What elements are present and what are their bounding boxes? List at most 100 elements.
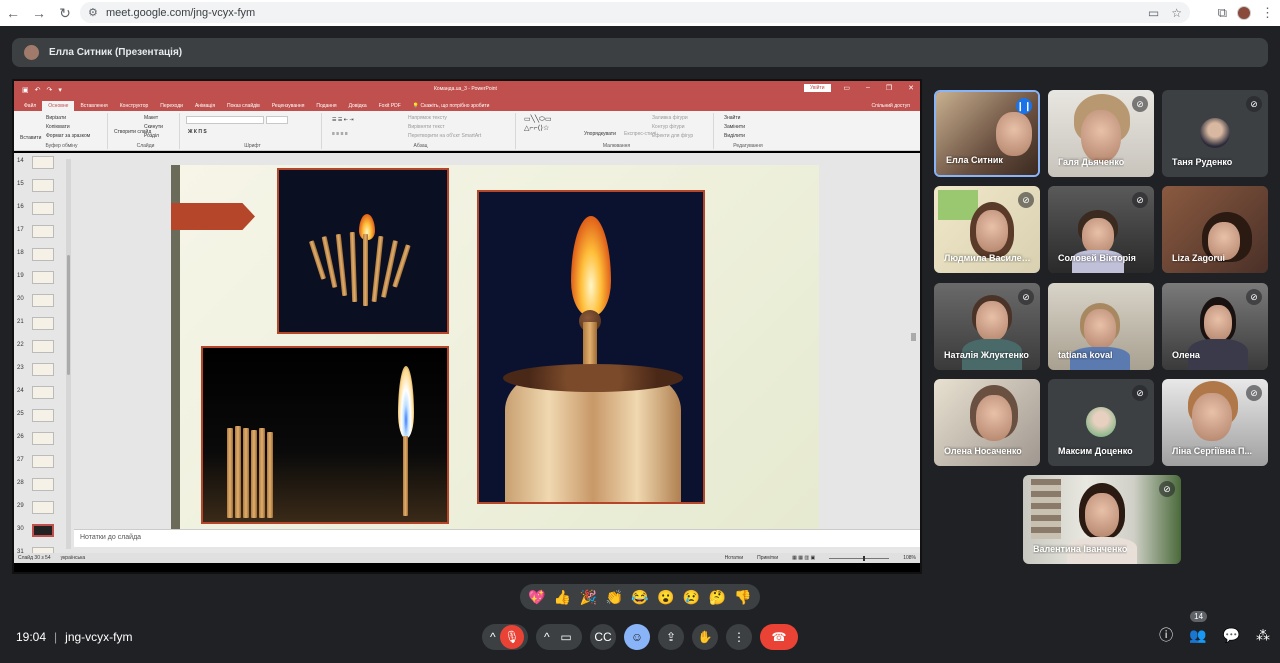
emoji-reactions-icon[interactable]: ☺ [624, 624, 650, 650]
tab-help[interactable]: Довідка [343, 101, 373, 111]
comments-toggle[interactable]: Примітки [757, 555, 778, 561]
slide-thumbnail-image[interactable] [32, 271, 54, 284]
mic-off-icon[interactable]: 🎙 [500, 625, 524, 649]
slide-thumbnail[interactable]: 19 [14, 270, 71, 290]
participant-tile[interactable]: ⊘ Ліна Сергіївна П... [1162, 379, 1268, 466]
slide-thumbnail[interactable]: 23 [14, 362, 71, 382]
shape-outline-button[interactable]: Контур фігури [652, 124, 684, 130]
paste-button[interactable]: Вставити [20, 135, 41, 141]
language-indicator[interactable]: українська [61, 555, 86, 561]
leave-call-icon[interactable]: ☎ [760, 624, 798, 650]
present-screen-icon[interactable]: ⇪ [658, 624, 684, 650]
slide-thumbnail-image[interactable] [32, 409, 54, 422]
replace-button[interactable]: Замінити [724, 124, 745, 130]
tab-animations[interactable]: Анімація [189, 101, 221, 111]
save-icon[interactable]: ▣ [22, 86, 29, 94]
tell-me-search[interactable]: 💡 Скажіть, що потрібно зробити [407, 101, 496, 111]
address-bar[interactable]: ⚙ meet.google.com/jng-vcyx-fym ▭ ☆ [80, 2, 1190, 23]
reaction-party[interactable]: 🎉 [580, 589, 597, 606]
close-icon[interactable]: ✕ [908, 84, 914, 92]
reaction-thumbs-down[interactable]: 👎 [734, 589, 751, 606]
font-name-input[interactable] [186, 116, 264, 124]
participant-tile[interactable]: ⊘ Людмила Василенко [934, 186, 1040, 273]
slide-thumbnail[interactable]: 16 [14, 201, 71, 221]
tab-design[interactable]: Конструктор [114, 101, 155, 111]
slide-thumbnail[interactable]: 27 [14, 454, 71, 474]
find-button[interactable]: Знайти [724, 115, 740, 121]
slide-scrollbar[interactable] [909, 153, 918, 529]
activities-icon[interactable]: ⁂ [1256, 627, 1270, 644]
slide-thumbnail-image[interactable] [32, 478, 54, 491]
slide-photo-single-burning-match[interactable] [201, 346, 449, 524]
reload-icon[interactable]: ↻ [52, 0, 78, 26]
align-text-button[interactable]: Вирівняти текст [408, 124, 445, 130]
participant-tile[interactable]: ❙❙ Елла Ситник [934, 90, 1040, 177]
extensions-icon[interactable]: ⧉ [1218, 5, 1227, 21]
restore-icon[interactable]: ❐ [886, 84, 892, 92]
sign-in-button[interactable]: Увійти [804, 84, 831, 92]
slide-thumbnail[interactable]: 28 [14, 477, 71, 497]
slide-thumbnail-image[interactable] [32, 340, 54, 353]
tab-insert[interactable]: Вставлення [74, 101, 113, 111]
shapes-gallery-icon[interactable]: ▭╲╲⬭▭ △⌐⌐⟨⟩☆ [524, 115, 552, 132]
reaction-surprised[interactable]: 😮 [657, 589, 674, 606]
share-button[interactable]: Спільний доступ [866, 101, 920, 111]
shape-effects-button[interactable]: Ефекти для фігур [652, 133, 693, 139]
url-text[interactable]: meet.google.com/jng-vcyx-fym [106, 7, 255, 19]
participant-tile[interactable]: Олена Носаченко [934, 379, 1040, 466]
slide-thumbnail-image[interactable] [32, 202, 54, 215]
slide-thumbnail[interactable]: 20 [14, 293, 71, 313]
zoom-level[interactable]: 108% [903, 555, 916, 561]
align-icon[interactable]: ≡ ≡ ≡ ≡ [332, 131, 348, 137]
notes-toggle[interactable]: Нотатки [725, 555, 743, 561]
reaction-clap[interactable]: 👏 [605, 589, 622, 606]
thumbnail-scrollbar[interactable] [66, 159, 71, 549]
copy-button[interactable]: Копіювати [46, 124, 70, 130]
captions-icon[interactable]: CC [590, 624, 616, 650]
normal-view-icon[interactable]: ▦ ▦ ▥ ▣ [792, 555, 815, 561]
participant-tile[interactable]: ⊘ Галя Дьяченко [1048, 90, 1154, 177]
undo-icon[interactable]: ↶ [35, 86, 41, 94]
tab-view[interactable]: Подання [310, 101, 342, 111]
slide-thumbnail-image[interactable] [32, 248, 54, 261]
participant-tile[interactable]: ⊘ Валентина Іванченко [1023, 475, 1181, 564]
bookmark-star-icon[interactable]: ☆ [1171, 6, 1182, 20]
arrange-button[interactable]: Упорядкувати [584, 131, 616, 137]
slide-thumbnail[interactable]: 18 [14, 247, 71, 267]
participant-tile[interactable]: ⊘ Наталія Жлуктенко [934, 283, 1040, 370]
profile-avatar[interactable] [1237, 6, 1251, 20]
minimize-icon[interactable]: – [866, 84, 870, 92]
more-options-icon[interactable]: ⋮ [726, 624, 752, 650]
participant-tile[interactable]: ⊘ Олена [1162, 283, 1268, 370]
shape-fill-button[interactable]: Заливка фігури [652, 115, 688, 121]
chat-icon[interactable]: 💬 [1223, 627, 1240, 644]
slide-thumbnail[interactable]: 24 [14, 385, 71, 405]
slide-photo-lit-match-in-bundle[interactable] [477, 190, 705, 504]
slide-thumbnail[interactable]: 22 [14, 339, 71, 359]
notes-pane[interactable]: Нотатки до слайда [74, 529, 920, 547]
meeting-details-icon[interactable]: ⓘ [1159, 625, 1173, 645]
slide-thumbnail-image[interactable] [32, 294, 54, 307]
reset-button[interactable]: Скинути [144, 124, 163, 130]
back-icon[interactable]: ← [0, 0, 26, 26]
tab-slideshow[interactable]: Показ слайдів [221, 101, 266, 111]
participant-tile[interactable]: ⊘ Максим Доценко [1048, 379, 1154, 466]
zoom-slider[interactable] [829, 555, 890, 561]
slide-thumbnail-image[interactable] [32, 386, 54, 399]
forward-icon[interactable]: → [26, 0, 52, 26]
tab-file[interactable]: Файл [18, 101, 42, 111]
slide-thumbnail[interactable]: 14 [14, 155, 71, 175]
section-button[interactable]: Розділ [144, 133, 159, 139]
layout-button[interactable]: Макет [144, 115, 158, 121]
participant-tile[interactable]: Liza Zagorui [1162, 186, 1268, 273]
slide-thumbnail[interactable]: 26 [14, 431, 71, 451]
reaction-laugh[interactable]: 😂 [631, 589, 648, 606]
tab-home[interactable]: Основне [42, 101, 75, 111]
participant-tile[interactable]: ⊘ Таня Руденко [1162, 90, 1268, 177]
site-settings-icon[interactable]: ⚙ [88, 6, 106, 19]
camera-icon[interactable]: ▭ [554, 625, 578, 649]
smartart-button[interactable]: Перетворити на об'єкт SmartArt [408, 133, 481, 139]
cut-button[interactable]: Вирізати [46, 115, 66, 121]
customize-icon[interactable]: ▾ [58, 86, 62, 94]
slide-thumbnail-image[interactable] [32, 524, 54, 537]
